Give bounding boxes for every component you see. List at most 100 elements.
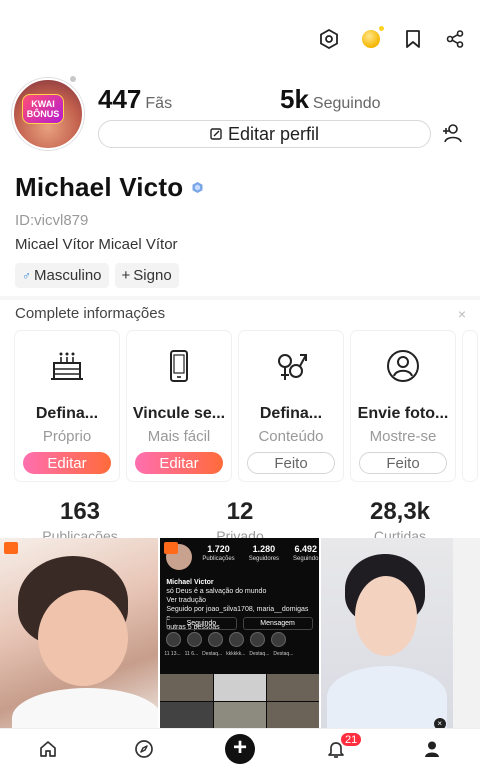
nav-create[interactable]: + [192, 729, 288, 768]
ig-photo [266, 701, 319, 728]
close-icon[interactable]: × [433, 718, 446, 728]
card-title: Envie foto... [357, 405, 449, 422]
ig-stat-value: 1.720 [207, 544, 230, 554]
ig-highlight-label: Destaq... [273, 651, 294, 657]
ig-highlight [166, 632, 182, 647]
profile-icon [425, 741, 439, 757]
home-icon [40, 740, 56, 757]
card-subtitle: Conteúdo [258, 428, 324, 445]
ig-highlights [166, 632, 287, 647]
edit-profile-button[interactable]: Editar perfil [98, 120, 431, 148]
ig-stat-label: Publicações [202, 556, 235, 562]
thumbnail-face [38, 590, 128, 686]
nav-home[interactable] [0, 729, 96, 768]
profile-tags: ♂ Masculino + Signo [15, 263, 179, 288]
ig-message-button: Mensagem [242, 617, 313, 630]
posts-count[interactable]: 163 [10, 498, 150, 526]
card-edit-button[interactable]: Editar [135, 452, 223, 474]
badge-line2: BÔNUS [26, 109, 60, 119]
ig-buttons: Seguindo Mensagem [166, 617, 313, 630]
thumbnail-shirt [12, 688, 159, 728]
ig-line1: só Deus é a salvação do mundo [166, 588, 267, 595]
tag-gender-label: Masculino [34, 267, 102, 284]
verified-icon [192, 180, 203, 193]
compass-icon [135, 739, 153, 758]
nav-profile[interactable] [384, 729, 480, 768]
likes-count[interactable]: 28,3k [330, 498, 470, 526]
info-card-photo[interactable]: Envie foto... Mostre-se Feito [351, 331, 455, 481]
plus-icon: + [121, 267, 131, 284]
content-counts: 163 Publicações 12 Privado 28,3k Curtida… [0, 498, 480, 538]
card-done-button[interactable]: Feito [359, 452, 447, 474]
profile-name: Michael Victo [15, 172, 184, 202]
badge-line1: KWAI [31, 99, 55, 109]
bottom-nav: + 21 [0, 728, 480, 768]
card-edit-button[interactable]: Editar [23, 452, 111, 474]
nav-notifications[interactable]: 21 [288, 729, 384, 768]
pin-icon [164, 542, 179, 554]
info-card-partial [463, 331, 477, 481]
video-thumbnail[interactable]: × [320, 538, 480, 728]
info-card-birthday[interactable]: Defina... Próprio Editar [15, 331, 119, 481]
add-friend-icon[interactable] [441, 122, 463, 144]
ig-highlight-label: Destaq... [249, 651, 270, 657]
user-id: ID:vicvl879 [15, 212, 89, 229]
male-icon: ♂ [22, 268, 31, 283]
status-dot [68, 74, 78, 84]
ig-highlight-labels: 11 13... 11 6... Destaq... kkkkkk... Des… [164, 651, 293, 657]
thumbnail-shirt [326, 666, 447, 728]
ig-highlight-label: 11 13... [164, 651, 181, 657]
phone-icon [127, 349, 231, 385]
ig-highlight-label: 11 6... [184, 651, 199, 657]
kwai-bonus-badge[interactable]: KWAI BÔNUS [22, 94, 64, 124]
card-subtitle: Próprio [42, 428, 92, 445]
posts-label: Publicações [42, 528, 118, 538]
fans-label: Fãs [145, 95, 173, 112]
private-label: Privado [216, 528, 264, 538]
ig-stat-label: Seguidores [248, 556, 280, 562]
card-subtitle: Mostre-se [369, 428, 437, 445]
ig-photo [160, 701, 213, 728]
video-thumbnail[interactable]: 1.720 Publicações 1.280 Seguidores 6.492 Se… [160, 538, 319, 728]
complete-info-cards: Defina... Próprio Editar Vincule se... M… [15, 331, 477, 481]
ig-stat-value: 1.280 [252, 544, 276, 554]
complete-info-title: Complete informações [15, 305, 166, 322]
info-card-phone[interactable]: Vincule se... Mais fácil Editar [127, 331, 231, 481]
card-title: Vincule se... [132, 405, 226, 422]
gender-icon [239, 349, 343, 385]
video-grid: 1.720 Publicações 1.280 Seguidores 6.492 Se… [0, 538, 480, 728]
ig-highlight [250, 632, 266, 647]
ig-stat-value: 6.492 [294, 544, 317, 554]
following-stat[interactable]: 5k Seguindo [280, 84, 381, 115]
coin-icon[interactable] [360, 26, 384, 50]
following-count: 5k [280, 84, 309, 114]
private-count[interactable]: 12 [170, 498, 310, 526]
pin-icon [4, 542, 18, 554]
ig-photo [266, 674, 319, 701]
edit-profile-label: Editar perfil [227, 123, 320, 144]
qr-scan-icon[interactable] [318, 28, 340, 50]
fans-count: 447 [98, 84, 142, 114]
ig-photo [213, 674, 266, 701]
ig-following-button: Seguindo [166, 617, 237, 630]
tag-sign[interactable]: + Signo [114, 263, 179, 288]
ig-photo [160, 674, 213, 701]
info-card-gender[interactable]: Defina... Conteúdo Feito [239, 331, 343, 481]
fans-stat[interactable]: 447 Fãs [98, 84, 172, 115]
ig-photo-grid [160, 674, 319, 728]
plus-icon: + [225, 733, 255, 764]
tag-gender[interactable]: ♂ Masculino [15, 263, 109, 288]
close-icon[interactable]: × [458, 306, 466, 322]
bookmark-icon[interactable] [402, 28, 424, 50]
profile-stats: 447 Fãs 5k Seguindo [98, 84, 398, 114]
tag-sign-label: Signo [133, 267, 172, 284]
card-title: Defina... [35, 405, 99, 422]
ig-highlight-label: kkkkkk... [226, 651, 246, 657]
video-thumbnail[interactable] [0, 538, 159, 728]
ig-highlight [229, 632, 245, 647]
ig-highlight [208, 632, 224, 647]
share-icon[interactable] [444, 28, 466, 50]
section-divider [0, 296, 480, 300]
card-done-button[interactable]: Feito [247, 452, 335, 474]
nav-discover[interactable] [96, 729, 192, 768]
